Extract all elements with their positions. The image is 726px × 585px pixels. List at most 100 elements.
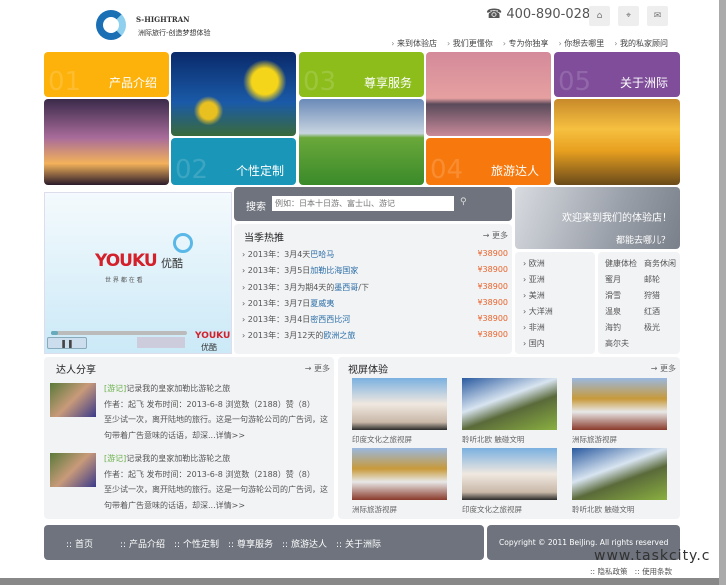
video-caption: 印度文化之旅视屏 xyxy=(462,505,522,514)
theme-link[interactable]: 高尔夫 xyxy=(605,338,629,349)
terms-link[interactable]: :: 使用条款 xyxy=(635,567,672,576)
video-item[interactable]: 印度文化之旅视屏 xyxy=(352,378,447,444)
footer-nav-link[interactable]: :: 产品介绍 xyxy=(120,537,165,550)
region-link[interactable]: › 欧洲 xyxy=(523,258,545,269)
region-link[interactable]: › 非洲 xyxy=(523,322,545,333)
post-detail-link[interactable]: 详情>> xyxy=(216,501,245,510)
post-thumbnail[interactable] xyxy=(50,453,96,487)
hot-item[interactable]: › 2013年：3月4日密西西比河 ¥38900 xyxy=(242,314,508,330)
london-bridge-image[interactable] xyxy=(426,52,551,136)
hot-item-link[interactable]: 加勒比海国家 xyxy=(310,266,358,275)
hot-item[interactable]: › 2013年：3月7日夏威夷 ¥38900 xyxy=(242,298,508,314)
tile-products[interactable]: 01 产品介绍 xyxy=(44,52,169,97)
nav-link[interactable]: 我的私家顾问 xyxy=(614,38,668,49)
link-text: 个性定制 xyxy=(182,540,219,550)
location-icon[interactable]: ⌖ xyxy=(618,6,639,26)
hot-item-link[interactable]: 夏威夷 xyxy=(310,299,334,308)
hot-item-link[interactable]: 墨西哥 xyxy=(334,283,358,292)
hot-item-link[interactable]: 巴哈马 xyxy=(310,250,334,259)
video-caption: 洲际旅游视屏 xyxy=(352,505,397,514)
nav-link[interactable]: 来到体验店 xyxy=(391,38,437,49)
search-label: 搜索 xyxy=(246,202,266,213)
fish-image[interactable] xyxy=(171,52,296,136)
home-icon[interactable]: ⌂ xyxy=(589,6,610,26)
right-scrollbar[interactable] xyxy=(719,0,726,585)
nav-link[interactable]: 专为你独享 xyxy=(503,38,549,49)
footer-nav-link[interactable]: :: 尊享服务 xyxy=(228,537,273,550)
hot-item[interactable]: › 2013年：3月12天的欧洲之旅 ¥38900 xyxy=(242,330,508,346)
footer-nav-link[interactable]: :: 关于洲际 xyxy=(336,537,381,550)
search-icon[interactable]: ⚲ xyxy=(460,197,467,207)
videos-title: 视屏体验 xyxy=(348,365,388,376)
pause-button[interactable]: ❚❚ xyxy=(47,337,87,349)
top-nav: 来到体验店 我们更懂你 专为你独享 你想去哪里 我的私家顾问 xyxy=(391,38,668,49)
theme-link[interactable]: 蜜月 xyxy=(605,274,621,285)
post-thumbnail[interactable] xyxy=(50,383,96,417)
video-item[interactable]: 洲际旅游视屏 xyxy=(352,448,447,514)
video-item[interactable]: 聆听北欧 触碰文明 xyxy=(572,448,667,514)
share-more-link[interactable]: → 更多 xyxy=(305,363,330,374)
hot-more-link[interactable]: → 更多 xyxy=(483,230,508,241)
post-detail-link[interactable]: 详情>> xyxy=(216,431,245,440)
tile-service[interactable]: 03 尊享服务 xyxy=(299,52,424,97)
footer-nav-link[interactable]: :: 旅游达人 xyxy=(282,537,327,550)
grassland-image[interactable] xyxy=(299,99,424,185)
hot-item-title: › 2013年：3月4日密西西比河 xyxy=(242,315,351,325)
footer-nav-link[interactable]: :: 首页 xyxy=(66,537,93,550)
video-player[interactable]: YOUKU 优酷 世 界 都 在 看 ❚❚ YOUKU 优酷 xyxy=(44,192,232,354)
youku-logo-cn: 优酷 xyxy=(161,257,183,270)
post-title-row[interactable]: [游记]记录我的皇家加勒比游轮之旅 xyxy=(104,451,334,467)
hot-item-link[interactable]: 密西西比河 xyxy=(310,315,350,324)
hot-item-date: 2013年：3月7日 xyxy=(247,298,311,308)
theme-link[interactable]: 海钓 xyxy=(605,322,621,333)
privacy-link[interactable]: :: 隐私政策 xyxy=(590,567,627,576)
theme-link[interactable]: 商务休闲 xyxy=(644,258,676,269)
bottom-scrollbar[interactable] xyxy=(0,578,726,585)
theme-link[interactable]: 邮轮 xyxy=(644,274,660,285)
region-link[interactable]: › 国内 xyxy=(523,338,545,349)
tile-custom[interactable]: 02 个性定制 xyxy=(171,138,296,185)
tile-about[interactable]: 05 关于洲际 xyxy=(554,52,680,97)
region-link[interactable]: › 美洲 xyxy=(523,290,545,301)
slogan: 洲际旅行-创造梦想体验 xyxy=(138,29,211,37)
video-item[interactable]: 印度文化之旅视屏 xyxy=(462,448,557,514)
hot-item[interactable]: › 2013年：3月5日加勒比海国家 ¥38900 xyxy=(242,265,508,281)
boat-sunset-image[interactable] xyxy=(554,99,680,185)
loading-ring-icon xyxy=(173,233,193,253)
welcome-banner[interactable]: 欢迎来到我们的体验店！ 都能去哪儿？ xyxy=(515,187,680,249)
video-thumbnail[interactable] xyxy=(572,378,667,430)
theme-link[interactable]: 极光 xyxy=(644,322,660,333)
video-thumbnail[interactable] xyxy=(462,448,557,500)
video-thumbnail[interactable] xyxy=(352,378,447,430)
palm-sunset-image[interactable] xyxy=(44,99,169,185)
tile-experts[interactable]: 04 旅游达人 xyxy=(426,138,551,185)
mail-icon[interactable]: ✉ xyxy=(647,6,668,26)
theme-link[interactable]: 温泉 xyxy=(605,306,621,317)
nav-link[interactable]: 我们更懂你 xyxy=(447,38,493,49)
video-item[interactable]: 洲际旅游视屏 xyxy=(572,378,667,444)
nav-link[interactable]: 你想去哪里 xyxy=(559,38,604,49)
theme-link[interactable]: 狩猎 xyxy=(644,290,660,301)
video-item[interactable]: 聆听北欧 触碰文明 xyxy=(462,378,557,444)
region-link[interactable]: › 亚洲 xyxy=(523,274,545,285)
video-progress-bar[interactable] xyxy=(51,331,187,335)
footer-nav-link[interactable]: :: 个性定制 xyxy=(174,537,219,550)
logo-icon[interactable] xyxy=(96,10,126,40)
video-thumbnail[interactable] xyxy=(462,378,557,430)
theme-link[interactable]: 健康体检 xyxy=(605,258,637,269)
theme-link[interactable]: 红酒 xyxy=(644,306,660,317)
hot-item-title: › 2013年：3月5日加勒比海国家 xyxy=(242,266,359,276)
videos-more-link[interactable]: → 更多 xyxy=(651,363,676,374)
hot-item[interactable]: › 2013年：3月为期4天的墨西哥/下 ¥38900 xyxy=(242,282,508,298)
post-meta: 作者：起飞 发布时间：2013-6-8 浏览数（2188）赞（8） xyxy=(104,399,315,409)
theme-link[interactable]: 滑雪 xyxy=(605,290,621,301)
search-input[interactable] xyxy=(272,196,454,211)
video-thumbnail[interactable] xyxy=(572,448,667,500)
hot-item[interactable]: › 2013年：3月4天巴哈马 ¥38900 xyxy=(242,249,508,265)
youku-small-logo-cn: 优酷 xyxy=(201,343,217,352)
hot-item-link[interactable]: 欧洲之旅 xyxy=(323,331,355,340)
volume-slider[interactable] xyxy=(137,337,185,348)
post-title-row[interactable]: [游记]记录我的皇家加勒比游轮之旅 xyxy=(104,381,334,397)
video-thumbnail[interactable] xyxy=(352,448,447,500)
region-link[interactable]: › 大洋洲 xyxy=(523,306,553,317)
